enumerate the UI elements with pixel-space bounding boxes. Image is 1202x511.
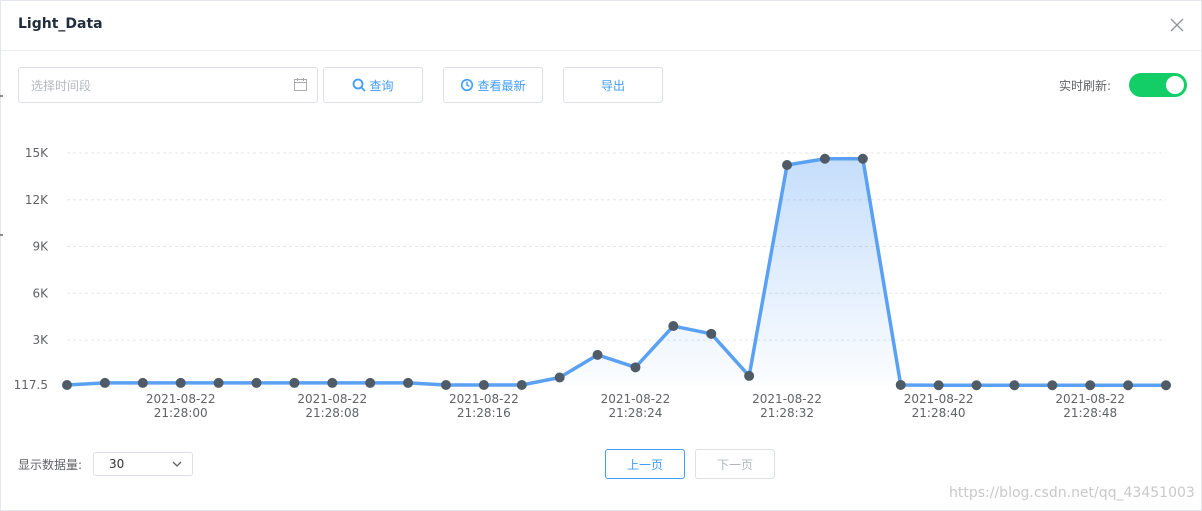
data-point [213,377,224,388]
prev-page-button[interactable]: 上一页 [605,449,685,479]
data-point [1123,380,1134,391]
dialog-header: Light_Data [1,1,1201,51]
page-size-value: 30 [109,457,125,471]
y-tick-label: 117.5 [14,378,48,392]
data-point [668,321,679,332]
data-point [1161,380,1171,391]
data-point [1085,380,1096,391]
data-point [819,153,830,164]
data-point [706,328,717,339]
x-tick-time: 21:28:16 [457,406,511,420]
x-tick-time: 21:28:48 [1063,406,1117,420]
chevron-down-icon [172,461,182,467]
data-point [99,377,110,388]
x-tick-time: 21:28:40 [912,406,966,420]
data-point [971,380,982,391]
x-tick-date: 2021-08-22 [1055,392,1125,406]
x-tick-date: 2021-08-22 [601,392,671,406]
page-size-select[interactable]: 30 [93,452,193,476]
export-button[interactable]: 导出 [563,67,663,103]
data-point [137,377,148,388]
data-point [516,380,527,390]
data-point [403,377,414,388]
data-point [327,377,338,388]
data-point [630,362,641,373]
switch-knob [1166,76,1184,94]
view-latest-button[interactable]: 查看最新 [443,67,543,103]
data-point [1009,380,1020,391]
data-point [365,377,376,388]
realtime-refresh-switch[interactable] [1129,73,1187,97]
data-point [62,380,72,390]
dialog: Light_Data 查询 查看 [0,0,1202,511]
data-point [478,380,489,390]
x-tick-date: 2021-08-22 [297,392,367,406]
x-tick-date: 2021-08-22 [449,392,519,406]
x-tick-time: 21:28:00 [154,406,208,420]
y-tick-label: 9K [32,240,49,254]
y-tick-label: 15K [25,146,49,160]
display-count-label: 显示数据量: [18,458,83,472]
data-point [933,380,944,391]
dialog-title: Light_Data [18,16,103,32]
series-line [66,157,1166,388]
data-point [857,153,868,164]
data-point [592,349,603,360]
query-button[interactable]: 查询 [323,67,423,103]
x-tick-time: 21:28:24 [608,406,662,420]
next-page-label: 下一页 [716,457,753,472]
x-tick-time: 21:28:08 [305,406,359,420]
watermark: https://blog.csdn.net/qq_43451003 [949,485,1195,501]
y-tick-label: 6K [32,286,49,300]
refresh-icon [461,78,474,92]
edge-mark [0,234,3,236]
export-button-label: 导出 [600,78,625,93]
toolbar: 查询 查看最新 导出 实时刷新: [1,67,1201,105]
prev-page-label: 上一页 [626,457,663,472]
data-point [895,379,906,390]
x-tick-date: 2021-08-22 [904,392,974,406]
series-area [67,158,1166,386]
data-point [744,370,755,381]
edge-mark [0,95,3,97]
data-point [440,380,451,390]
next-page-button[interactable]: 下一页 [695,449,775,479]
data-point [251,377,262,388]
date-range-input[interactable] [31,76,281,96]
realtime-refresh-label: 实时刷新: [1059,79,1112,93]
data-point [289,377,300,388]
data-point [554,372,565,383]
view-latest-label: 查看最新 [477,78,526,93]
light-data-chart: 117.53K6K9K12K15K2021-08-2221:28:002021-… [14,146,1171,420]
close-icon[interactable] [1167,15,1187,35]
x-tick-date: 2021-08-22 [146,392,216,406]
y-tick-label: 3K [32,333,49,347]
data-point [1047,380,1058,391]
x-tick-time: 21:28:32 [760,406,814,420]
x-tick-date: 2021-08-22 [752,392,822,406]
calendar-icon [294,78,307,91]
data-point [175,377,186,388]
y-tick-label: 12K [25,193,49,207]
query-button-label: 查询 [369,78,394,93]
data-point [782,160,793,171]
search-icon [353,78,367,92]
date-range-picker[interactable] [18,67,318,103]
